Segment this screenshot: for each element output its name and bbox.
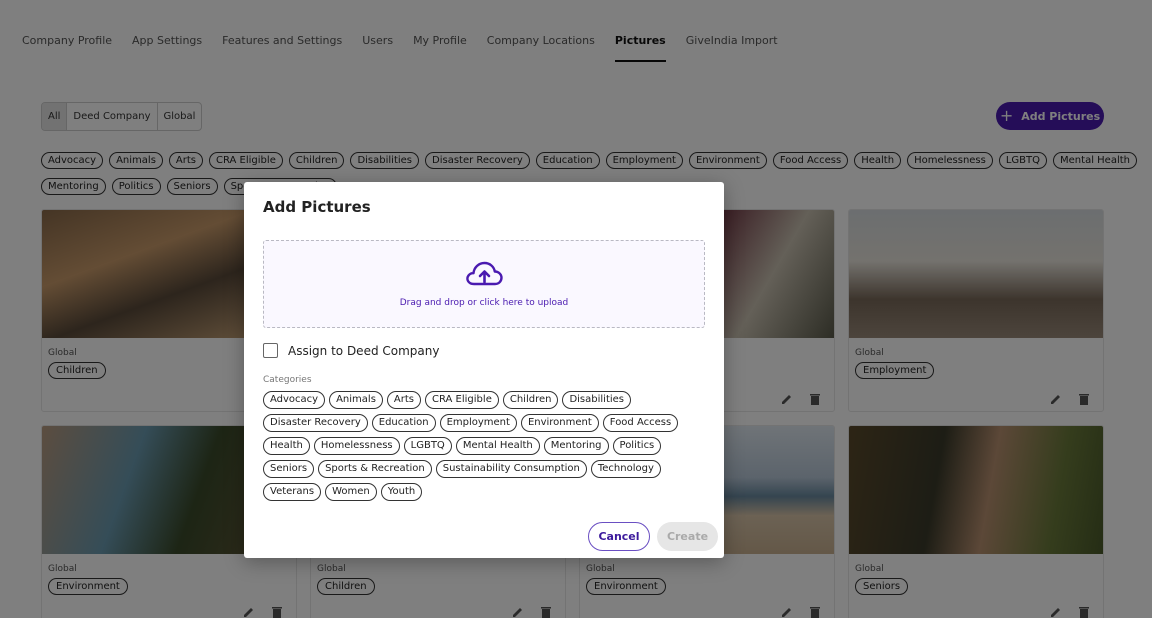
category-chip-environment[interactable]: Environment xyxy=(520,414,599,432)
add-pictures-dialog: Add Pictures Drag and drop or click here… xyxy=(244,182,724,558)
category-chip-seniors[interactable]: Seniors xyxy=(263,460,315,478)
category-chip-employment[interactable]: Employment xyxy=(439,414,517,432)
category-chip-sustainability-consumption[interactable]: Sustainability Consumption xyxy=(435,460,587,478)
upload-hint: Drag and drop or click here to upload xyxy=(399,298,569,308)
assign-label: Assign to Deed Company xyxy=(288,343,440,358)
upload-dropzone[interactable]: Drag and drop or click here to upload xyxy=(263,240,705,328)
category-chip-cra-eligible[interactable]: CRA Eligible xyxy=(425,391,499,409)
create-button[interactable]: Create xyxy=(657,522,718,551)
category-chip-youth[interactable]: Youth xyxy=(380,483,423,501)
assign-to-deed-company: Assign to Deed Company xyxy=(263,343,439,358)
category-chip-food-access[interactable]: Food Access xyxy=(602,414,679,432)
category-chip-advocacy[interactable]: Advocacy xyxy=(263,391,326,409)
dialog-title: Add Pictures xyxy=(263,198,371,216)
category-chip-homelessness[interactable]: Homelessness xyxy=(313,437,400,455)
category-chip-arts[interactable]: Arts xyxy=(386,391,422,409)
category-chip-politics[interactable]: Politics xyxy=(612,437,662,455)
category-chip-education[interactable]: Education xyxy=(371,414,436,432)
category-chip-veterans[interactable]: Veterans xyxy=(263,483,322,501)
category-chip-mentoring[interactable]: Mentoring xyxy=(543,437,609,455)
categories-label: Categories xyxy=(263,375,312,385)
category-chip-mental-health[interactable]: Mental Health xyxy=(455,437,540,455)
category-chip-technology[interactable]: Technology xyxy=(590,460,661,478)
category-chip-children[interactable]: Children xyxy=(502,391,559,409)
category-chip-disaster-recovery[interactable]: Disaster Recovery xyxy=(263,414,368,432)
category-chip-animals[interactable]: Animals xyxy=(329,391,383,409)
category-chip-sports-and-recreation[interactable]: Sports & Recreation xyxy=(318,460,432,478)
cancel-button[interactable]: Cancel xyxy=(588,522,650,551)
category-chip-group: Advocacy Animals Arts CRA Eligible Children D… xyxy=(263,391,713,501)
category-chip-health[interactable]: Health xyxy=(263,437,310,455)
category-chip-disabilities[interactable]: Disabilities xyxy=(562,391,632,409)
category-chip-women[interactable]: Women xyxy=(325,483,377,501)
cloud-upload-icon xyxy=(464,260,504,292)
assign-checkbox[interactable] xyxy=(263,343,278,358)
category-chip-lgbtq[interactable]: LGBTQ xyxy=(403,437,452,455)
